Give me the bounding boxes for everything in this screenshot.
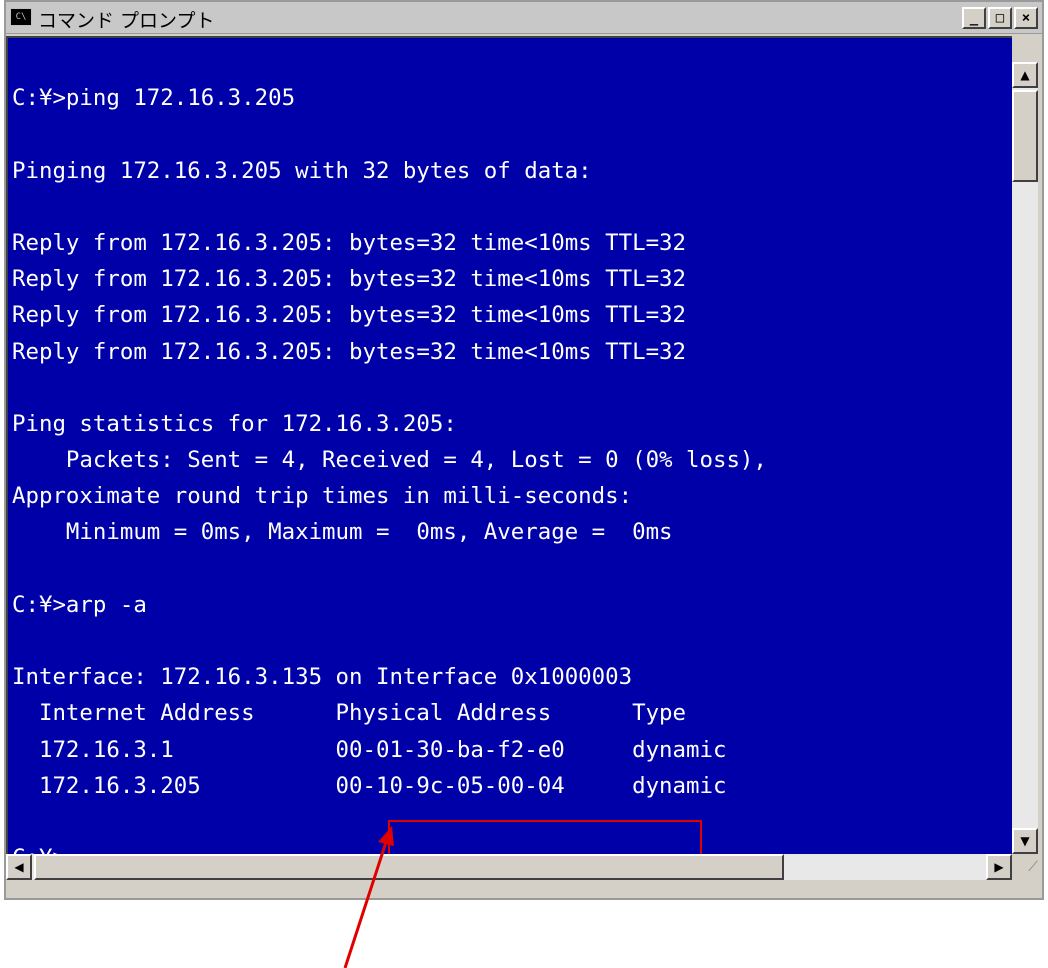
horizontal-scrollbar[interactable]: ◀ ▶ — [6, 854, 1012, 880]
scroll-up-arrow-icon[interactable]: ▲ — [1012, 62, 1038, 88]
window-title: コマンド プロンプト — [38, 10, 215, 32]
console-line: Approximate round trip times in milli-se… — [12, 483, 633, 510]
vertical-scroll-thumb[interactable] — [1012, 90, 1038, 182]
window-controls: _ □ × — [962, 7, 1038, 29]
console-line: C:¥>ping 172.16.3.205 — [12, 85, 296, 112]
console-line: Interface: 172.16.3.135 on Interface 0x1… — [12, 664, 633, 691]
console-line: Reply from 172.16.3.205: bytes=32 time<1… — [12, 229, 687, 256]
console-line: Reply from 172.16.3.205: bytes=32 time<1… — [12, 266, 687, 293]
cmd-icon[interactable]: C\ — [10, 8, 32, 26]
console-line: Reply from 172.16.3.205: bytes=32 time<1… — [12, 302, 687, 329]
console-line: 172.16.3.1 00-01-30-ba-f2-e0 dynamic — [12, 736, 727, 763]
scroll-left-arrow-icon[interactable]: ◀ — [6, 854, 32, 880]
vertical-scrollbar[interactable]: ▲ ▼ — [1012, 62, 1038, 854]
resize-grip-icon[interactable]: ⟋ — [1012, 854, 1038, 880]
console-line: Minimum = 0ms, Maximum = 0ms, Average = … — [12, 519, 673, 546]
minimize-button[interactable]: _ — [962, 7, 986, 29]
console-line: Reply from 172.16.3.205: bytes=32 time<1… — [12, 338, 687, 365]
scroll-down-arrow-icon[interactable]: ▼ — [1012, 828, 1038, 854]
console-line: 172.16.3.205 00-10-9c-05-00-04 dynamic — [12, 772, 727, 799]
console-line: Ping statistics for 172.16.3.205: — [12, 410, 457, 437]
console-text: C:¥>ping 172.16.3.205 Pinging 172.16.3.20… — [12, 44, 767, 854]
console-line: Internet Address Physical Address Type — [12, 700, 687, 727]
mac-address-highlight-box — [388, 820, 702, 854]
title-bar[interactable]: C\ コマンド プロンプト _ □ × — [6, 2, 1042, 34]
close-button[interactable]: × — [1014, 7, 1038, 29]
console-line: C:¥>arp -a — [12, 591, 147, 618]
horizontal-scroll-thumb[interactable] — [34, 854, 784, 880]
scroll-right-arrow-icon[interactable]: ▶ — [986, 854, 1012, 880]
console-line: Pinging 172.16.3.205 with 32 bytes of da… — [12, 157, 592, 184]
prompt-text: C:¥> — [12, 845, 66, 854]
console-output[interactable]: C:¥>ping 172.16.3.205 Pinging 172.16.3.20… — [6, 36, 1012, 854]
console-line: Packets: Sent = 4, Received = 4, Lost = … — [12, 447, 767, 474]
maximize-button[interactable]: □ — [988, 7, 1012, 29]
